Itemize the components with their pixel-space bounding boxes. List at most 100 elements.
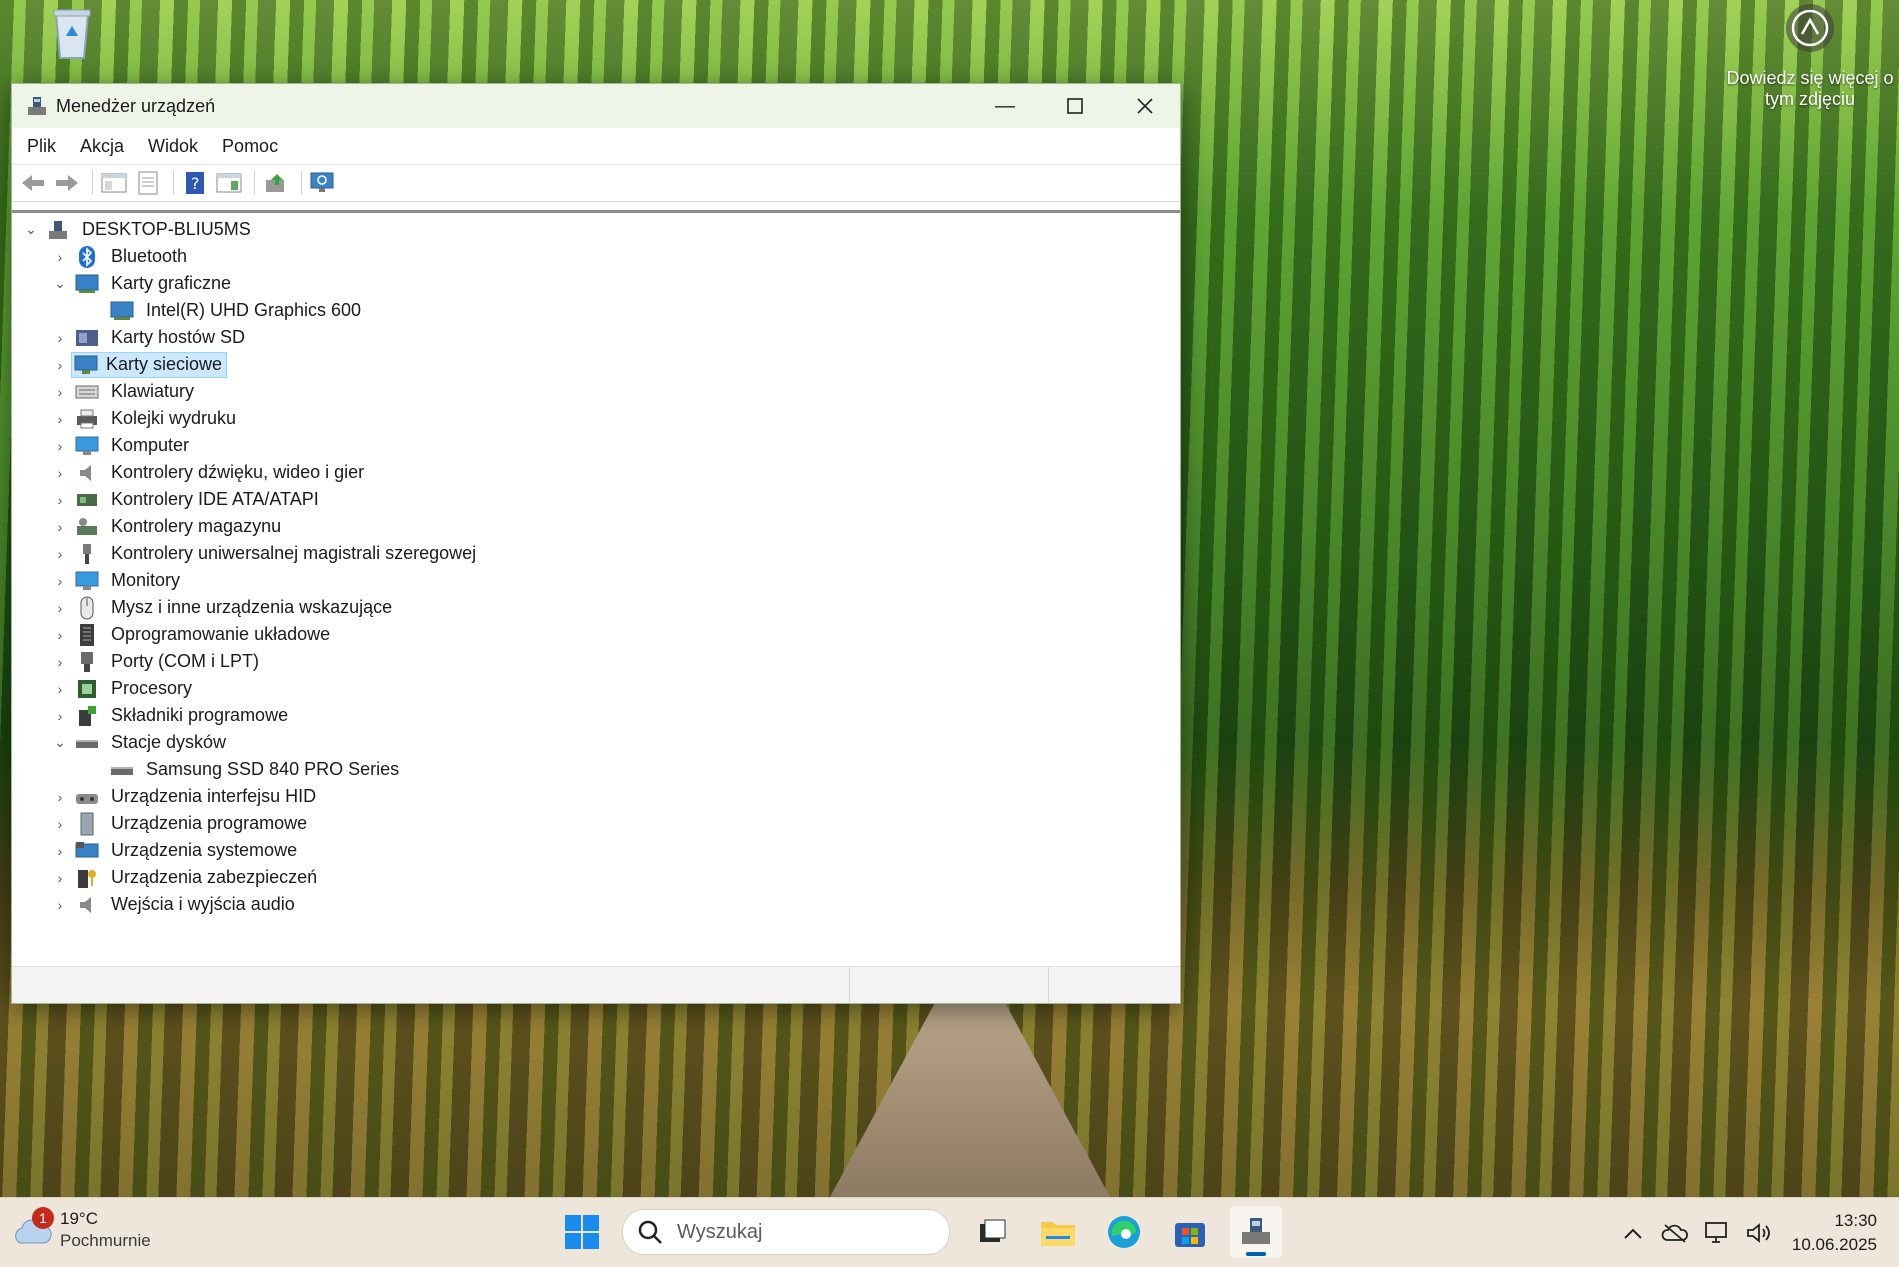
toolbar-separator [92,171,93,195]
recycle-bin-icon[interactable] [44,2,100,62]
tree-item-oprogramowanie-ukladowe[interactable]: › Oprogramowanie układowe [53,621,334,648]
chevron-right-icon[interactable]: › [53,519,67,535]
chevron-right-icon[interactable]: › [53,816,67,832]
tree-item-urzadzenia-systemowe[interactable]: › Urządzenia systemowe [53,837,301,864]
weather-widget[interactable]: 1 19°C Pochmurnie [12,1207,151,1252]
title-bar[interactable]: Menedżer urządzeń — [12,84,1180,128]
chevron-down-icon[interactable]: ⌄ [24,221,38,237]
chevron-right-icon[interactable]: › [53,438,67,454]
device-tree[interactable]: ⌄ DESKTOP-BLIU5MS › Bluetooth ⌄ Karty gr… [12,210,1180,966]
status-pane-1 [12,967,850,1003]
help-icon[interactable]: ? [180,169,210,197]
tree-child-samsung-ssd[interactable]: Samsung SSD 840 PRO Series [110,756,403,783]
chevron-right-icon[interactable]: › [53,897,67,913]
wallpaper-path [830,1000,1110,1197]
chevron-right-icon[interactable]: › [53,573,67,589]
volume-icon[interactable] [1742,1216,1776,1250]
scan-hardware-icon[interactable] [308,169,338,197]
tree-root[interactable]: ⌄ DESKTOP-BLIU5MS [24,216,255,243]
menu-pomoc[interactable]: Pomoc [210,136,290,157]
onedrive-icon[interactable] [1658,1216,1692,1250]
chevron-down-icon[interactable]: ⌄ [53,275,67,291]
minimize-button[interactable]: — [970,84,1040,128]
forward-arrow-icon[interactable] [52,169,82,197]
tree-item-label: Urządzenia interfejsu HID [111,786,317,806]
tree-item-klawiatury[interactable]: › Klawiatury [53,378,198,405]
update-driver-icon[interactable] [261,169,291,197]
audio-io-icon [75,894,99,916]
tree-item-label: Karty graficzne [111,273,232,293]
chevron-up-icon[interactable] [1616,1216,1650,1250]
status-pane-3 [1049,967,1180,1003]
chevron-right-icon[interactable]: › [53,384,67,400]
chevron-right-icon[interactable]: › [53,330,67,346]
tree-item-karty-hostow-sd[interactable]: › Karty hostów SD [53,324,249,351]
chevron-down-icon[interactable]: ⌄ [53,734,67,750]
tree-item-hid[interactable]: › Urządzenia interfejsu HID [53,783,320,810]
tree-item-kolejki-wydruku[interactable]: › Kolejki wydruku [53,405,240,432]
maximize-button[interactable] [1040,84,1110,128]
menu-akcja[interactable]: Akcja [68,136,136,157]
tree-item-bluetooth[interactable]: › Bluetooth [53,243,191,270]
chevron-right-icon[interactable]: › [53,357,67,373]
tree-item-kontrolery-dzwieku[interactable]: › Kontrolery dźwięku, wideo i gier [53,459,368,486]
window-title: Menedżer urządzeń [56,95,216,116]
tree-item-stacje-dyskow[interactable]: ⌄ Stacje dysków [53,729,230,756]
chevron-right-icon[interactable]: › [53,708,67,724]
weather-temp: 19°C [60,1209,98,1228]
edge-icon[interactable] [1098,1206,1150,1258]
tree-item-skladniki-programowe[interactable]: › Składniki programowe [53,702,292,729]
monitor-icon [75,570,99,592]
chevron-right-icon[interactable]: › [53,627,67,643]
chevron-right-icon[interactable]: › [53,600,67,616]
tree-item-urzadzenia-zabezpieczen[interactable]: › Urządzenia zabezpieczeń [53,864,321,891]
tree-item-mysz[interactable]: › Mysz i inne urządzenia wskazujące [53,594,396,621]
printer-icon [75,408,99,430]
tree-item-urzadzenia-programowe[interactable]: › Urządzenia programowe [53,810,311,837]
tree-item-kontrolery-ide[interactable]: › Kontrolery IDE ATA/ATAPI [53,486,323,513]
chevron-right-icon[interactable]: › [53,870,67,886]
tree-item-karty-sieciowe[interactable]: › Karty sieciowe [53,351,228,378]
store-icon[interactable] [1164,1206,1216,1258]
tree-child-intel-uhd[interactable]: Intel(R) UHD Graphics 600 [110,297,365,324]
chevron-right-icon[interactable]: › [53,654,67,670]
tree-item-komputer[interactable]: › Komputer [53,432,193,459]
close-button[interactable] [1110,84,1180,128]
back-arrow-icon[interactable] [18,169,48,197]
task-view-icon[interactable] [966,1206,1018,1258]
menu-plik[interactable]: Plik [12,136,68,157]
chevron-right-icon[interactable]: › [53,465,67,481]
tree-item-wejscia-wyjscia-audio[interactable]: › Wejścia i wyjścia audio [53,891,299,918]
chevron-right-icon[interactable]: › [53,843,67,859]
tree-item-procesory[interactable]: › Procesory [53,675,196,702]
photo-info-text[interactable]: Dowiedz się więcej o tym zdjęciu [1722,68,1898,110]
device-manager-app-icon [28,97,46,115]
properties-icon[interactable] [133,169,163,197]
chevron-right-icon[interactable]: › [53,681,67,697]
action-pane-icon[interactable] [214,169,244,197]
network-icon[interactable] [1700,1216,1734,1250]
menu-widok[interactable]: Widok [136,136,210,157]
network-adapter-icon [74,354,98,376]
chevron-right-icon[interactable]: › [53,249,67,265]
start-button[interactable] [556,1206,608,1258]
tree-item-monitory[interactable]: › Monitory [53,567,184,594]
tree-item-selected[interactable]: Karty sieciowe [71,351,228,378]
security-device-icon [75,867,99,889]
processor-icon [75,678,99,700]
device-manager-icon[interactable] [1230,1206,1282,1258]
tree-item-kontrolery-usb[interactable]: › Kontrolery uniwersalnej magistrali sze… [53,540,480,567]
chevron-right-icon[interactable]: › [53,411,67,427]
chevron-right-icon[interactable]: › [53,789,67,805]
tree-item-porty[interactable]: › Porty (COM i LPT) [53,648,263,675]
computer-root-icon [46,219,70,241]
show-hide-console-tree-icon[interactable] [99,169,129,197]
file-explorer-icon[interactable] [1032,1206,1084,1258]
chevron-right-icon[interactable]: › [53,546,67,562]
chevron-right-icon[interactable]: › [53,492,67,508]
photo-info-widget[interactable]: Dowiedz się więcej o tym zdjęciu [1722,4,1898,110]
clock[interactable]: 13:30 10.06.2025 [1792,1209,1877,1257]
tree-item-kontrolery-magazynu[interactable]: › Kontrolery magazynu [53,513,285,540]
tree-item-karty-graficzne[interactable]: ⌄ Karty graficzne [53,270,235,297]
search-box[interactable]: Wyszukaj [622,1209,950,1255]
